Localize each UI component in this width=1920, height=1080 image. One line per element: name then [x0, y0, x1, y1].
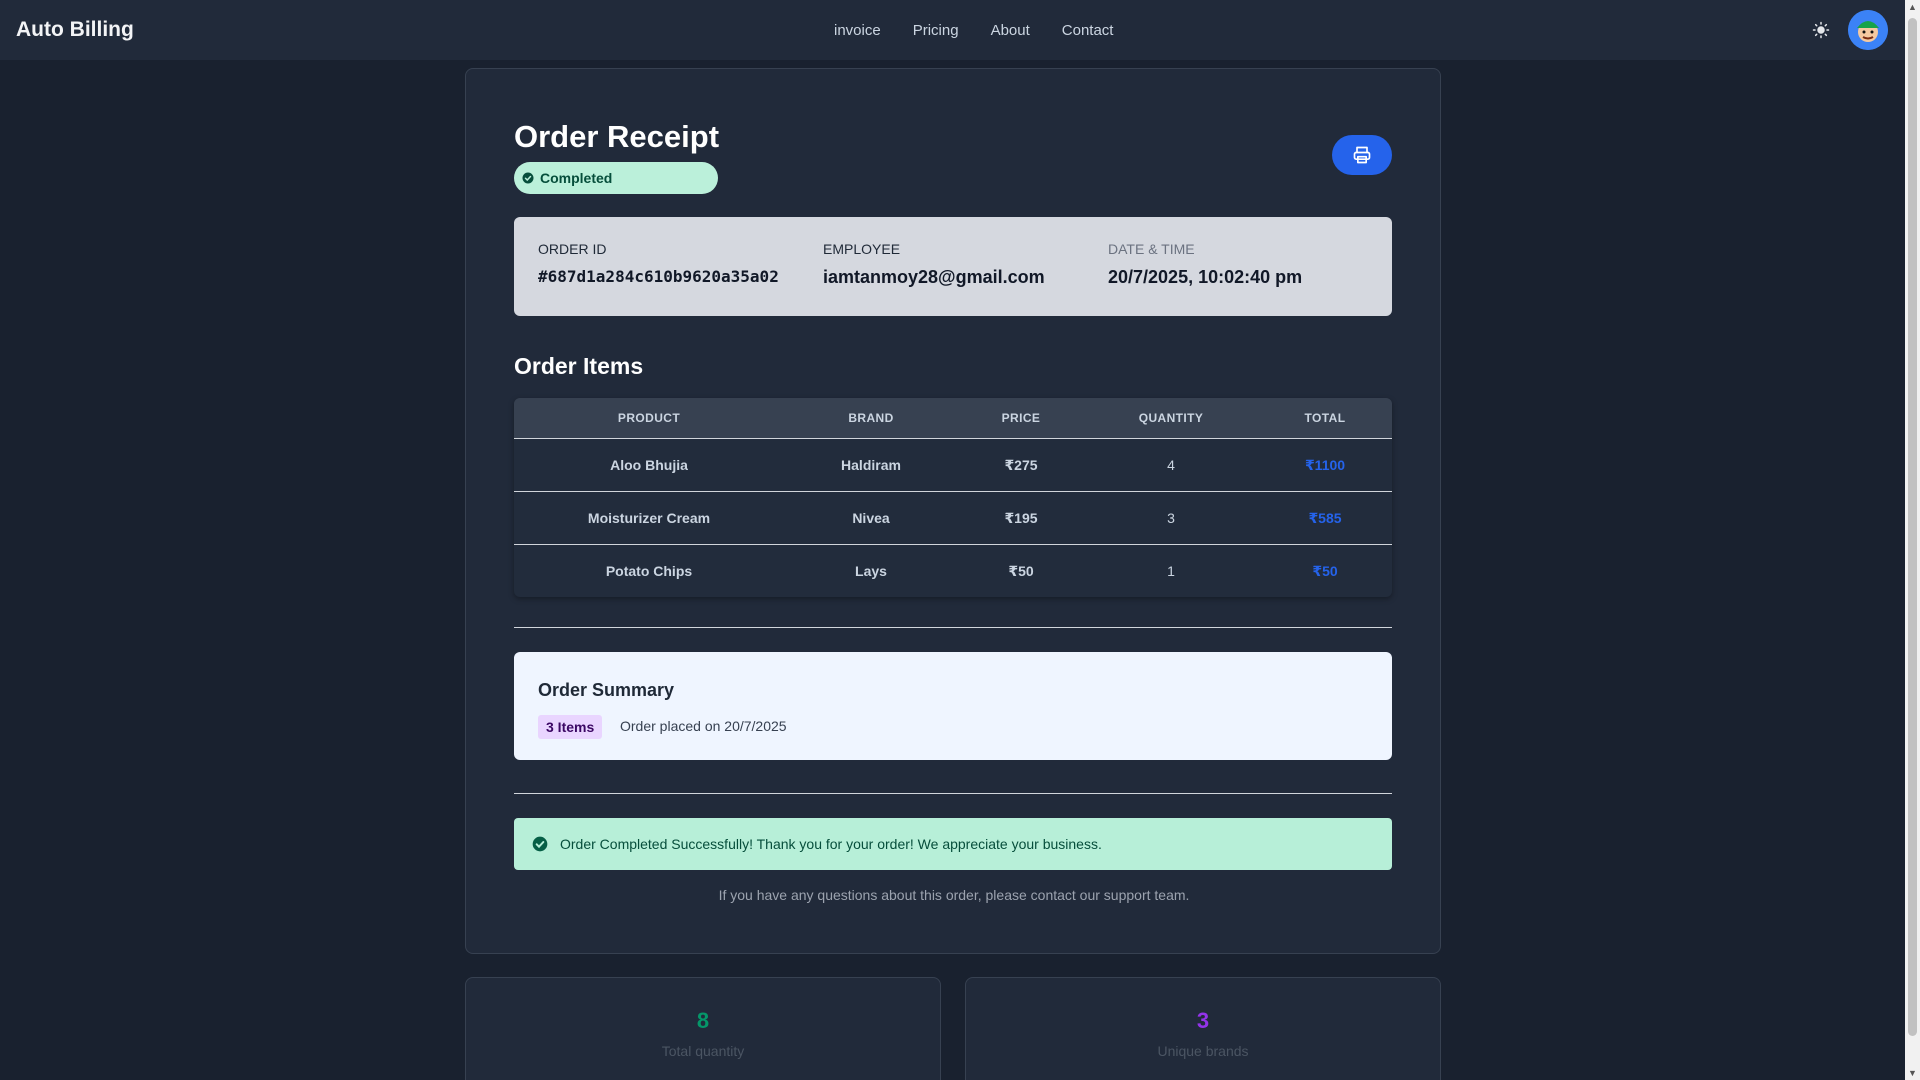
divider [514, 793, 1392, 794]
nav-links: invoice Pricing About Contact [834, 0, 1113, 60]
scroll-thumb[interactable] [1908, 18, 1917, 1036]
order-receipt-card: Order Receipt Completed ORDER ID #687d1a… [465, 68, 1441, 954]
header-price: PRICE [1001, 411, 1041, 425]
table-row: Aloo Bhujia Haldiram ₹275 4 ₹1100 [514, 438, 1392, 491]
datetime-block: DATE & TIME 20/7/2025, 10:02:40 pm [1108, 241, 1302, 288]
success-alert: Order Completed Successfully! Thank you … [514, 818, 1392, 870]
stat-label: Total quantity [661, 1043, 745, 1059]
stat-value: 3 [1196, 1008, 1210, 1033]
stat-card-total-quantity: 8 Total quantity [465, 977, 941, 1080]
cell-brand: Haldiram [841, 457, 901, 473]
support-help-text: If you have any questions about this ord… [718, 887, 1190, 903]
success-message: Order Completed Successfully! Thank you … [560, 836, 1102, 852]
check-circle-icon [522, 172, 534, 184]
status-badge: Completed [514, 162, 718, 194]
page-title: Order Receipt [514, 119, 720, 154]
employee-label: EMPLOYEE [823, 241, 901, 257]
nav-link-pricing[interactable]: Pricing [913, 22, 959, 39]
nav-link-about[interactable]: About [991, 22, 1030, 39]
order-id-block: ORDER ID #687d1a284c610b9620a35a02 [538, 241, 779, 286]
cell-total: ₹50 [1312, 562, 1338, 579]
page-scrollbar[interactable]: ▲ ▼ [1905, 0, 1920, 1080]
items-count-badge: 3 Items [538, 715, 603, 739]
nav-link-contact[interactable]: Contact [1062, 22, 1114, 39]
header-total: TOTAL [1304, 411, 1346, 425]
order-items-title: Order Items [514, 353, 644, 379]
theme-toggle-button[interactable] [1810, 19, 1832, 41]
cell-quantity: 3 [1167, 510, 1175, 526]
cell-price: ₹50 [1008, 562, 1034, 579]
order-summary-box: Order Summary 3 Items Order placed on 20… [514, 652, 1392, 760]
user-avatar[interactable] [1848, 10, 1888, 50]
cell-product: Moisturizer Cream [587, 510, 711, 526]
cell-product: Potato Chips [605, 563, 693, 579]
avatar-image [1848, 10, 1888, 50]
order-info-box: ORDER ID #687d1a284c610b9620a35a02 EMPLO… [514, 217, 1392, 316]
check-circle-icon [532, 836, 548, 852]
brand-logo[interactable]: Auto Billing [16, 18, 134, 42]
datetime-label: DATE & TIME [1108, 241, 1195, 257]
cell-price: ₹195 [1004, 509, 1038, 526]
nav-link-invoice[interactable]: invoice [834, 22, 881, 39]
print-button[interactable] [1332, 135, 1392, 175]
table-row: Moisturizer Cream Nivea ₹195 3 ₹585 [514, 491, 1392, 544]
employee-value: iamtanmoy28@gmail.com [823, 267, 1045, 287]
cell-brand: Nivea [852, 510, 890, 526]
cell-quantity: 1 [1167, 563, 1175, 579]
scroll-up-arrow[interactable]: ▲ [1908, 2, 1917, 12]
cell-product: Aloo Bhujia [610, 457, 688, 473]
header-product: PRODUCT [617, 411, 681, 425]
employee-block: EMPLOYEE iamtanmoy28@gmail.com [823, 241, 1045, 288]
top-navbar: Auto Billing invoice Pricing About Conta… [0, 0, 1905, 60]
header-brand: BRAND [848, 411, 894, 425]
cell-total: ₹585 [1308, 509, 1342, 526]
table-header: PRODUCT BRAND PRICE QUANTITY TOTAL [514, 398, 1392, 438]
cell-brand: Lays [855, 563, 887, 579]
cell-total: ₹1100 [1304, 456, 1346, 473]
cell-quantity: 4 [1167, 457, 1175, 473]
order-id-label: ORDER ID [538, 241, 607, 257]
stat-value: 8 [696, 1008, 710, 1033]
sun-icon [1812, 21, 1830, 39]
stat-label: Unique brands [1157, 1043, 1249, 1059]
printer-icon [1353, 146, 1371, 164]
table-row: Potato Chips Lays ₹50 1 ₹50 [514, 544, 1392, 597]
header-quantity: QUANTITY [1138, 411, 1204, 425]
scroll-down-arrow[interactable]: ▼ [1908, 1068, 1917, 1078]
order-id-value: #687d1a284c610b9620a35a02 [538, 267, 779, 286]
cell-price: ₹275 [1004, 456, 1038, 473]
stat-card-unique-brands: 3 Unique brands [965, 977, 1441, 1080]
summary-title: Order Summary [538, 680, 675, 700]
order-items-table: PRODUCT BRAND PRICE QUANTITY TOTAL Aloo … [514, 398, 1392, 597]
status-text: Completed [540, 170, 613, 186]
divider [514, 627, 1392, 628]
datetime-value: 20/7/2025, 10:02:40 pm [1108, 267, 1303, 287]
order-placed-text: Order placed on 20/7/2025 [620, 718, 787, 734]
